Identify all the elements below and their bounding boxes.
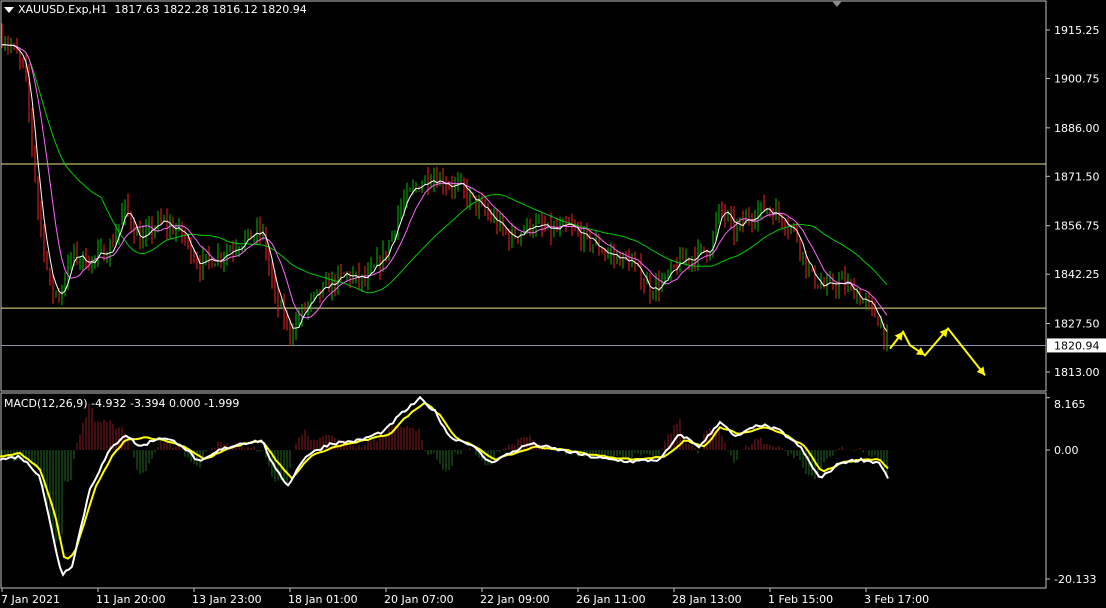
time-tick-label: 28 Jan 13:00 [672, 593, 742, 606]
symbol-label: XAUUSD.Exp,H1 [18, 3, 108, 16]
price-tick-label: 1813.00 [1054, 366, 1100, 379]
macd-tick-label: 8.165 [1054, 398, 1086, 411]
price-tick-label: 1842.25 [1054, 268, 1100, 281]
macd-tick-label: -20.133 [1054, 573, 1096, 586]
time-tick-label: 11 Jan 20:00 [96, 593, 166, 606]
time-tick-label: 13 Jan 23:00 [192, 593, 262, 606]
ohlc-values: 1817.63 1822.28 1816.12 1820.94 [114, 3, 307, 16]
time-tick-label: 1 Feb 15:00 [768, 593, 833, 606]
price-tick-label: 1827.50 [1054, 318, 1100, 331]
macd-header: MACD(12,26,9) -4.932 -3.394 0.000 -1.999 [4, 397, 240, 410]
price-tick-label: 1856.75 [1054, 220, 1100, 233]
macd-tick-label: 0.00 [1054, 444, 1079, 457]
price-tick-label: 1871.50 [1054, 170, 1100, 183]
time-tick-label: 18 Jan 01:00 [288, 593, 358, 606]
time-tick-label: 26 Jan 11:00 [576, 593, 646, 606]
time-tick-label: 7 Jan 2021 [1, 593, 60, 606]
time-tick-label: 22 Jan 09:00 [480, 593, 550, 606]
trading-chart: 1915.25 1900.75 1886.00 1871.50 1856.75 1842.… [0, 0, 1106, 608]
price-tick-label: 1915.25 [1054, 24, 1100, 37]
time-tick-label: 20 Jan 07:00 [384, 593, 454, 606]
chart-header: XAUUSD.Exp,H1 1817.63 1822.28 1816.12 18… [4, 3, 307, 16]
current-price-label: 1820.94 [1054, 339, 1100, 352]
time-tick-label: 3 Feb 17:00 [864, 593, 929, 606]
price-tick-label: 1886.00 [1054, 122, 1100, 135]
dropdown-triangle-icon[interactable] [4, 7, 14, 13]
price-tick-label: 1900.75 [1054, 72, 1100, 85]
